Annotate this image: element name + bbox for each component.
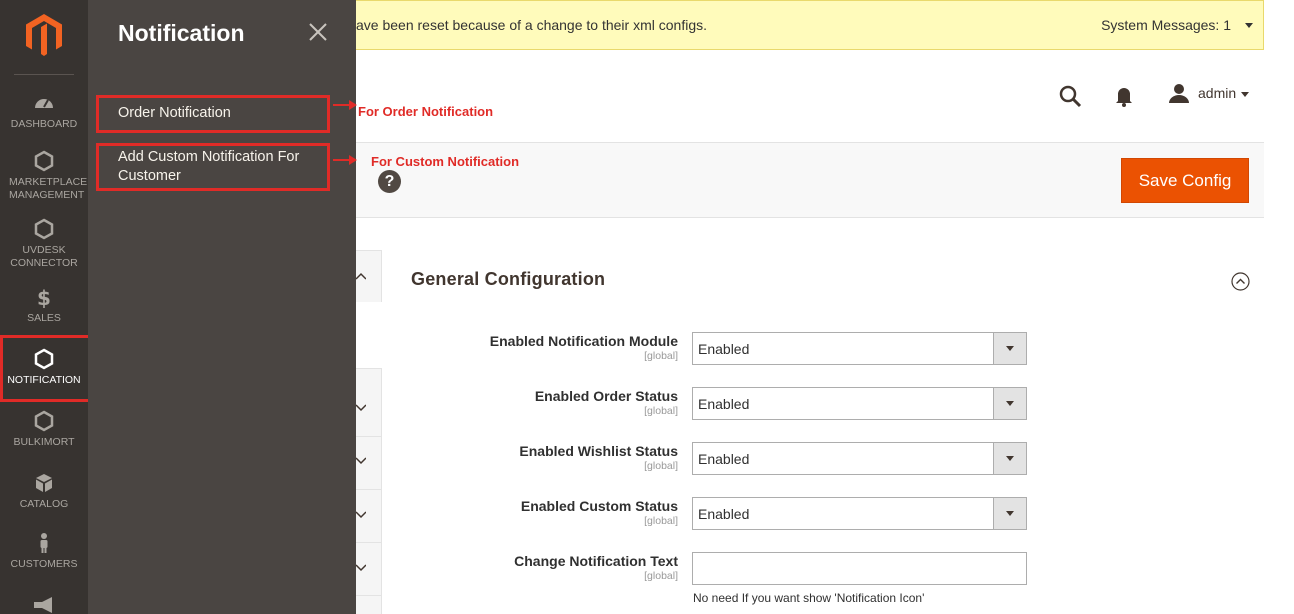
enabled-custom-status-select[interactable]: Enabled (692, 497, 1027, 530)
notification-flyout-panel: Notification Order Notification Add Cust… (88, 0, 356, 614)
chevron-down-icon[interactable] (356, 457, 366, 465)
person-icon (40, 533, 48, 553)
field-note: No need If you want show 'Notification I… (693, 591, 925, 605)
tab-group[interactable] (356, 368, 382, 436)
chevron-down-icon[interactable] (356, 564, 366, 572)
nav-item-uvdesk-connector[interactable]: UVDESK CONNECTOR (0, 218, 88, 270)
chevron-down-icon[interactable] (356, 511, 366, 519)
megaphone-icon[interactable] (32, 596, 56, 614)
chevron-down-icon[interactable] (993, 443, 1026, 474)
nav-item-dashboard[interactable]: DASHBOARD (0, 92, 88, 131)
save-config-button[interactable]: Save Config (1121, 158, 1249, 203)
nav-item-catalog[interactable]: CATALOG (0, 472, 88, 511)
chevron-up-icon[interactable] (356, 272, 366, 280)
chevron-down-icon[interactable] (1245, 23, 1253, 28)
nav-item-bulkimort[interactable]: BULKIMORT (0, 410, 88, 449)
nav-item-marketplace-management[interactable]: MARKETPLACE MANAGEMENT (0, 150, 88, 202)
nav-label: DASHBOARD (10, 118, 78, 130)
section-title[interactable]: General Configuration (411, 269, 605, 290)
change-notification-text-input[interactable] (692, 552, 1027, 585)
field-scope: [global] (644, 570, 678, 582)
close-icon[interactable] (306, 20, 330, 44)
enabled-order-status-select[interactable]: Enabled (692, 387, 1027, 420)
field-scope: [global] (644, 350, 678, 362)
system-message-text: ave been reset because of a change to th… (356, 17, 707, 33)
select-value: Enabled (698, 506, 750, 522)
dashboard-icon (35, 99, 53, 108)
admin-sidebar: DASHBOARD MARKETPLACE MANAGEMENT UVDESK … (0, 0, 91, 614)
field-label: Change Notification Text (514, 553, 678, 569)
nav-label: SALES (27, 312, 61, 324)
magento-logo[interactable] (22, 12, 66, 56)
field-scope: [global] (644, 515, 678, 527)
hexagon-icon (34, 218, 54, 240)
enabled-wishlist-status-select[interactable]: Enabled (692, 442, 1027, 475)
field-scope: [global] (644, 460, 678, 472)
chevron-down-icon[interactable] (1241, 92, 1249, 97)
nav-label: CATALOG (19, 498, 69, 510)
system-messages-toggle[interactable]: System Messages: 1 (1101, 17, 1231, 33)
chevron-down-icon[interactable] (356, 404, 366, 412)
nav-label: BULKIMORT (13, 436, 75, 448)
chevron-down-icon[interactable] (993, 388, 1026, 419)
bell-icon[interactable] (1114, 85, 1134, 107)
field-scope: [global] (644, 405, 678, 417)
notification-highlight-box (0, 335, 91, 402)
tab-group[interactable] (356, 595, 382, 614)
field-label: Enabled Custom Status (520, 498, 678, 514)
chevron-down-icon[interactable] (993, 498, 1026, 529)
nav-label: CUSTOMERS (10, 558, 78, 570)
dollar-icon: $ (37, 286, 51, 308)
select-value: Enabled (698, 451, 750, 467)
annotation-order-notification: For Order Notification (358, 104, 494, 119)
field-label: Enabled Notification Module (489, 333, 678, 349)
field-label: Enabled Order Status (534, 388, 678, 404)
hexagon-icon (34, 410, 54, 432)
nav-label: MARKETPLACE MANAGEMENT (9, 176, 88, 201)
config-tabs-column (356, 250, 382, 614)
logo-divider (14, 74, 74, 75)
admin-user-menu[interactable]: admin (1198, 85, 1236, 101)
user-icon[interactable] (1168, 83, 1190, 103)
system-message-bar: ave been reset because of a change to th… (356, 0, 1264, 50)
enabled-notification-module-select[interactable]: Enabled (692, 332, 1027, 365)
help-icon[interactable]: ? (378, 170, 401, 193)
collapse-icon[interactable] (1231, 272, 1250, 291)
hexagon-icon (34, 150, 54, 172)
cube-icon (36, 474, 52, 492)
nav-item-customers[interactable]: CUSTOMERS (0, 532, 88, 571)
chevron-down-icon[interactable] (993, 333, 1026, 364)
annotation-custom-notification: For Custom Notification (371, 154, 520, 169)
order-notification-highlight-box (96, 95, 330, 133)
select-value: Enabled (698, 341, 750, 357)
search-icon[interactable] (1058, 84, 1082, 108)
annotation-arrow (333, 155, 357, 165)
annotation-arrow (333, 100, 357, 110)
select-value: Enabled (698, 396, 750, 412)
nav-item-sales[interactable]: $ SALES (0, 286, 88, 325)
custom-notification-highlight-box (96, 143, 330, 191)
flyout-title: Notification (118, 20, 245, 46)
svg-text:$: $ (37, 286, 51, 308)
nav-label: UVDESK CONNECTOR (10, 244, 78, 269)
field-label: Enabled Wishlist Status (519, 443, 678, 459)
